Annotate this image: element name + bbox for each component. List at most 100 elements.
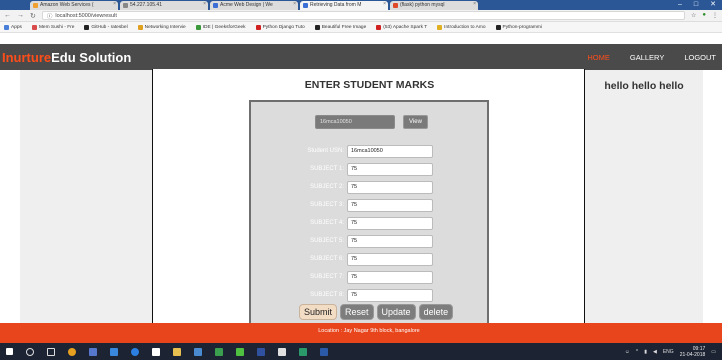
browser-tab-4[interactable]: Retrieving Data from M × [300,1,388,10]
bookmark-item[interactable]: IDE | GeeksforGeek [195,24,246,30]
app-icon[interactable] [152,347,160,356]
search-row: View [315,115,428,129]
store-icon[interactable] [194,347,202,356]
subject-label: SUBJECT 3: [310,202,344,208]
close-tab-icon[interactable]: × [473,1,476,7]
update-button[interactable]: Update [376,304,416,320]
notification-icon[interactable]: ▭ [711,349,716,355]
window-controls: – □ ✕ [678,0,716,10]
web-page: InurtureEdu Solution HOME GALLERY LOGOUT… [0,33,722,343]
bookmark-item[interactable]: (53) Apache Spark T [376,24,427,30]
close-tab-icon[interactable]: × [293,1,296,7]
word-icon[interactable] [320,347,328,356]
delete-button[interactable]: delete [418,304,454,320]
browser-tab-1[interactable]: Amazon Web Services (× [30,1,118,10]
subject-label: SUBJECT 8: [310,292,344,298]
subject-6-field[interactable] [347,252,433,266]
submit-button[interactable]: Submit [299,304,338,320]
bookmark-item[interactable]: Beautiful Free Image [314,24,366,30]
subject-row: SUBJECT 7: [251,270,491,284]
bookmarks-bar: Apps Mem Sushi - Fre GitHub - ratesbel N… [0,22,722,33]
people-icon[interactable]: ☺ [625,349,630,355]
nav-logout[interactable]: LOGOUT [684,53,716,62]
search-icon[interactable] [26,347,34,356]
apps-icon [4,24,9,30]
forward-icon[interactable]: → [17,12,24,19]
bookmark-item[interactable]: Python-programmi [495,24,542,30]
extension-icon[interactable]: ● [702,12,706,19]
usn-row: Student USN: [251,144,491,158]
app-icon[interactable] [278,347,286,356]
bookmark-icon [437,24,443,30]
bookmark-item[interactable]: Mem Sushi - Fre [31,24,74,30]
favicon-icon [213,3,218,8]
subject-2-field[interactable] [347,180,433,194]
close-tab-icon[interactable]: × [203,1,206,7]
address-bar: ← → ↻ ⓘ localhost:5000/viewresult ☆ ● ⋮ [0,10,722,22]
language-indicator[interactable]: ENG [663,349,674,355]
bookmark-item[interactable]: GitHub - ratesbel [84,24,128,30]
browser-tab-2[interactable]: 54.227.105.41 × [120,1,208,10]
nav-home[interactable]: HOME [587,53,610,62]
site-brand[interactable]: InurtureEdu Solution [2,50,131,65]
app-icon[interactable] [110,347,118,356]
close-tab-icon[interactable]: × [113,1,116,7]
subject-8-field[interactable] [347,288,433,302]
usn-search-input[interactable] [315,115,395,129]
minimize-icon[interactable]: – [678,0,682,10]
maximize-icon[interactable]: □ [694,0,698,10]
edge-icon[interactable] [131,347,139,356]
site-nav: HOME GALLERY LOGOUT [587,53,716,62]
bookmark-item[interactable]: Networking Intervie [137,24,186,30]
menu-icon[interactable]: ⋮ [712,12,718,19]
nav-gallery[interactable]: GALLERY [630,53,664,62]
left-sidebar [20,70,153,323]
reload-icon[interactable]: ↻ [30,12,36,20]
windows-start-icon[interactable] [6,348,13,355]
github-icon [84,24,90,30]
url-input[interactable]: ⓘ localhost:5000/viewresult [41,11,685,20]
folder-icon[interactable] [173,347,181,356]
app-icon[interactable] [299,347,307,356]
back-icon[interactable]: ← [4,12,11,19]
network-icon[interactable]: ▮ [644,349,647,355]
subject-row: SUBJECT 4: [251,216,491,230]
bookmark-item[interactable]: Introduction to Amo [437,24,486,30]
close-window-icon[interactable]: ✕ [710,0,716,10]
subject-4-field[interactable] [347,216,433,230]
close-tab-icon[interactable]: × [383,1,386,7]
star-icon[interactable]: ☆ [691,12,696,19]
bookmark-icon [137,24,143,30]
system-tray: ☺ ^ ▮ ◀ ENG 09:17 21-04-2018 ▭ [625,346,716,358]
subject-5-field[interactable] [347,234,433,248]
app-icon[interactable] [215,347,223,356]
app-icon[interactable] [257,347,265,356]
usn-field[interactable] [347,144,433,158]
chrome-icon[interactable] [68,347,76,356]
task-view-icon[interactable] [47,347,55,356]
volume-icon[interactable]: ◀ [653,349,657,355]
browser-tab-5[interactable]: (flask) python mysql × [390,1,478,10]
view-button[interactable]: View [403,115,428,129]
reset-button[interactable]: Reset [340,304,374,320]
chevron-up-icon[interactable]: ^ [636,349,638,355]
bookmark-item[interactable]: Python Django Tuto [255,24,305,30]
subject-label: SUBJECT 2: [310,184,344,190]
subject-1-field[interactable] [347,162,433,176]
favicon-icon [33,3,38,8]
favicon-icon [393,3,398,8]
info-icon[interactable]: ⓘ [47,12,53,20]
subject-label: SUBJECT 4: [310,220,344,226]
app-icon[interactable] [89,347,97,356]
bookmark-item[interactable]: Apps [4,24,22,30]
youtube-icon [255,24,261,30]
greeting-text: hello hello hello [604,80,684,92]
subject-3-field[interactable] [347,198,433,212]
browser-tab-3[interactable]: Acme Web Design | We × [210,1,298,10]
footer-location: Location : Jay Nagar 9th block, bangalor… [318,328,420,334]
subject-7-field[interactable] [347,270,433,284]
subject-row: SUBJECT 6: [251,252,491,266]
app-icon[interactable] [236,347,244,356]
form-actions: Submit Reset Update delete [299,304,454,320]
clock[interactable]: 09:17 21-04-2018 [680,346,706,358]
